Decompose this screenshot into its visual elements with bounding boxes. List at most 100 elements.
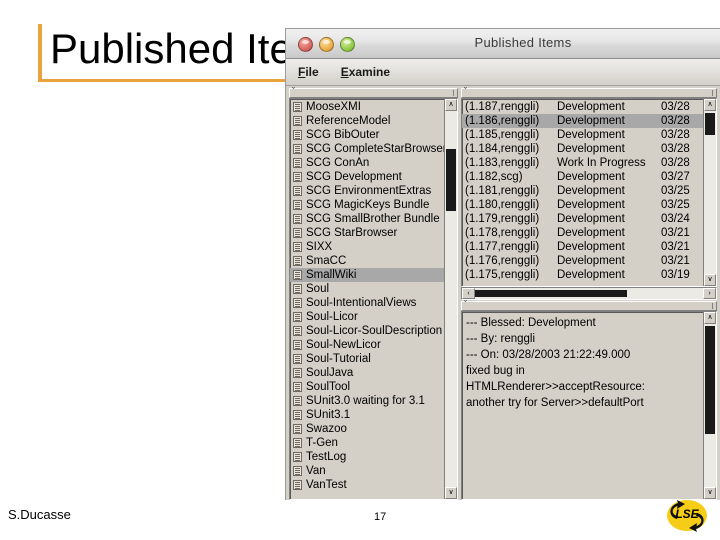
list-item[interactable]: ReferenceModel	[290, 114, 444, 128]
table-row[interactable]: (1.178,renggli) Development 03/21	[462, 226, 703, 240]
list-item[interactable]: Swazoo	[290, 422, 444, 436]
details-lines[interactable]: --- Blessed: Development --- By: renggli -…	[462, 312, 703, 499]
scroll-track[interactable]	[704, 111, 716, 274]
list-item[interactable]: Soul-Licor	[290, 310, 444, 324]
table-row[interactable]: (1.177,renggli) Development 03/21	[462, 240, 703, 254]
version-list-vertical-scrollbar[interactable]: ∧ ∨	[703, 99, 716, 286]
package-listbox[interactable]: MooseXMI ReferenceModel SCG BibOuter SCG Co…	[289, 98, 458, 500]
list-item[interactable]: Soul	[290, 282, 444, 296]
version-date-cell: 03/27	[661, 171, 690, 183]
window-titlebar[interactable]: Published Items	[286, 29, 720, 59]
scroll-track[interactable]	[445, 111, 457, 487]
version-listbox[interactable]: (1.187,renggli) Development 03/28 (1.186,re…	[461, 98, 717, 287]
table-row[interactable]: (1.175,renggli) Development 03/19	[462, 268, 703, 282]
scroll-left-button[interactable]: ‹	[462, 288, 475, 299]
list-item[interactable]: SCG CompleteStarBrowser	[290, 142, 444, 156]
list-item[interactable]: SCG EnvironmentExtras	[290, 184, 444, 198]
list-item[interactable]: SUnit3.0 waiting for 3.1	[290, 394, 444, 408]
list-item[interactable]: SCG StarBrowser	[290, 226, 444, 240]
list-item[interactable]: SIXX	[290, 240, 444, 254]
list-item[interactable]: SmaCC	[290, 254, 444, 268]
scroll-thumb[interactable]	[446, 149, 456, 211]
version-status-cell: Development	[557, 143, 625, 155]
table-row[interactable]: (1.187,renggli) Development 03/28	[462, 100, 703, 114]
menu-item-examine[interactable]: Examine	[341, 65, 390, 79]
chevron-down-icon[interactable]: ˇ	[292, 86, 295, 96]
version-list-header-strip[interactable]: ˇ	[461, 86, 717, 98]
version-id-cell: (1.184,renggli)	[465, 143, 540, 155]
chevron-down-icon[interactable]: ˇ	[464, 299, 467, 309]
table-row[interactable]: (1.184,renggli) Development 03/28	[462, 142, 703, 156]
list-item-label: SCG StarBrowser	[306, 227, 398, 239]
scroll-track[interactable]	[704, 324, 716, 487]
list-item[interactable]: Soul-Tutorial	[290, 352, 444, 366]
list-item-label: SCG CompleteStarBrowser	[306, 143, 444, 155]
scroll-right-button[interactable]: ›	[703, 288, 716, 299]
list-item[interactable]: SmallWiki	[290, 268, 444, 282]
list-item[interactable]: SoulTool	[290, 380, 444, 394]
hscroll-thumb[interactable]	[475, 290, 627, 297]
package-list-vertical-scrollbar[interactable]: ∧ ∨	[444, 99, 457, 499]
table-row[interactable]: (1.186,renggli) Development 03/28	[462, 114, 703, 128]
version-id-cell: (1.177,renggli)	[465, 241, 540, 253]
table-row[interactable]: (1.183,renggli) Work In Progress 03/28	[462, 156, 703, 170]
package-rows[interactable]: MooseXMI ReferenceModel SCG BibOuter SCG Co…	[290, 99, 444, 499]
table-row[interactable]: (1.182,scg) Development 03/27	[462, 170, 703, 184]
version-id-cell: (1.180,renggli)	[465, 199, 540, 211]
scroll-up-button[interactable]: ∧	[704, 99, 716, 111]
scroll-up-button[interactable]: ∧	[445, 99, 457, 111]
table-row[interactable]: (1.180,renggli) Development 03/25	[462, 198, 703, 212]
menu-item-file[interactable]: File	[298, 65, 319, 79]
document-icon	[293, 116, 302, 126]
list-item[interactable]: SCG SmallBrother Bundle	[290, 212, 444, 226]
list-item[interactable]: T-Gen	[290, 436, 444, 450]
scroll-down-button[interactable]: ∨	[704, 274, 716, 286]
table-row[interactable]: (1.176,renggli) Development 03/21	[462, 254, 703, 268]
strip-tick	[453, 90, 454, 96]
chevron-down-icon[interactable]: ˇ	[464, 86, 467, 96]
table-row[interactable]: (1.185,renggli) Development 03/28	[462, 128, 703, 142]
list-item-label: Soul-NewLicor	[306, 339, 381, 351]
table-row[interactable]: (1.181,renggli) Development 03/25	[462, 184, 703, 198]
details-line: HTMLRenderer>>acceptResource:	[466, 381, 645, 393]
lse-logo: LSE	[664, 497, 710, 535]
document-icon	[293, 424, 302, 434]
hscroll-track[interactable]	[475, 288, 703, 299]
document-icon	[293, 298, 302, 308]
list-item[interactable]: SUnit3.1	[290, 408, 444, 422]
table-row[interactable]: (1.179,renggli) Development 03/24	[462, 212, 703, 226]
document-icon	[293, 368, 302, 378]
scroll-thumb[interactable]	[705, 326, 715, 434]
version-rows[interactable]: (1.187,renggli) Development 03/28 (1.186,re…	[462, 99, 703, 286]
document-icon	[293, 438, 302, 448]
list-item[interactable]: SCG ConAn	[290, 156, 444, 170]
list-item[interactable]: TestLog	[290, 450, 444, 464]
document-icon	[293, 410, 302, 420]
list-item[interactable]: SoulJava	[290, 366, 444, 380]
version-status-cell: Development	[557, 185, 625, 197]
list-item[interactable]: Van	[290, 464, 444, 478]
list-item-label: SUnit3.0 waiting for 3.1	[306, 395, 425, 407]
version-list-horizontal-scrollbar[interactable]: ‹ ›	[461, 287, 717, 300]
details-line: fixed bug in	[466, 365, 525, 377]
version-id-cell: (1.186,renggli)	[465, 115, 540, 127]
package-list-header-strip[interactable]: ˇ	[289, 86, 458, 98]
scroll-down-button[interactable]: ∨	[445, 487, 457, 499]
document-icon	[293, 480, 302, 490]
list-item[interactable]: Soul-IntentionalViews	[290, 296, 444, 310]
details-vertical-scrollbar[interactable]: ∧ ∨	[703, 312, 716, 499]
details-header-strip[interactable]: ˇ	[461, 299, 717, 311]
list-item[interactable]: VanTest	[290, 478, 444, 492]
details-textbox[interactable]: --- Blessed: Development --- By: renggli -…	[461, 311, 717, 500]
list-item[interactable]: SCG MagicKeys Bundle	[290, 198, 444, 212]
scroll-thumb[interactable]	[705, 113, 715, 135]
list-item[interactable]: SCG BibOuter	[290, 128, 444, 142]
menubar: File Examine	[286, 59, 720, 86]
list-item[interactable]: SCG Development	[290, 170, 444, 184]
version-status-cell: Development	[557, 129, 625, 141]
scroll-up-button[interactable]: ∧	[704, 312, 716, 324]
list-item[interactable]: MooseXMI	[290, 100, 444, 114]
menu-item-examine-rest: xamine	[348, 65, 391, 79]
list-item[interactable]: Soul-NewLicor	[290, 338, 444, 352]
list-item[interactable]: Soul-Licor-SoulDescription	[290, 324, 444, 338]
